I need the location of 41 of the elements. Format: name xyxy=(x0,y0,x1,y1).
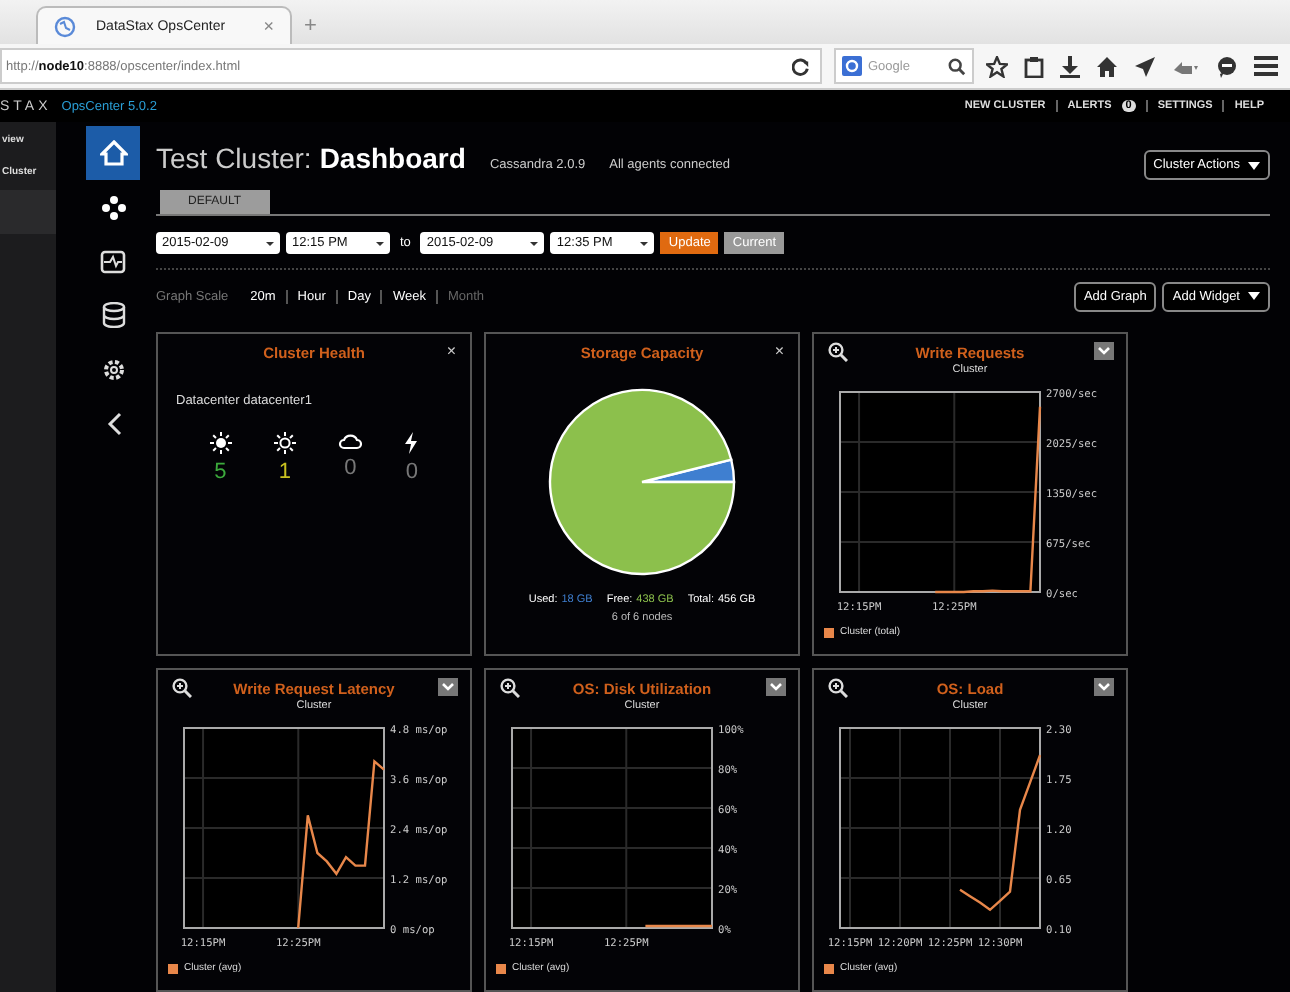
dropdown-button[interactable] xyxy=(1094,342,1114,360)
google-logo-icon xyxy=(842,56,862,76)
home-icon[interactable] xyxy=(1096,55,1118,77)
home-icon[interactable] xyxy=(99,140,127,166)
zoom-icon[interactable] xyxy=(828,342,848,362)
send-icon[interactable] xyxy=(1134,55,1156,77)
dropdown-button[interactable] xyxy=(1094,678,1114,696)
node-count: 1 xyxy=(278,460,291,484)
database-icon[interactable] xyxy=(101,302,125,328)
share-icon[interactable] xyxy=(1172,57,1200,75)
sun-outline-icon xyxy=(273,432,296,454)
nav-item-background xyxy=(0,190,56,234)
caret-icon xyxy=(1248,161,1260,169)
zoom-icon[interactable] xyxy=(828,678,848,698)
caret-icon xyxy=(1248,292,1260,300)
chat-icon[interactable] xyxy=(1216,55,1238,77)
zoom-icon[interactable] xyxy=(172,678,192,698)
search-icon xyxy=(948,57,966,75)
sun-icon xyxy=(209,432,232,454)
lightning-icon xyxy=(404,432,419,454)
data-line xyxy=(645,924,712,928)
close-button[interactable]: × xyxy=(774,342,784,360)
collapse-icon[interactable] xyxy=(105,411,121,435)
node-count: 5 xyxy=(214,460,227,484)
activity-icon[interactable] xyxy=(100,249,126,273)
dropdown-button[interactable] xyxy=(766,678,786,696)
nodes-icon[interactable] xyxy=(101,195,125,219)
reload-icon xyxy=(792,57,810,75)
page-title: Dashboard xyxy=(319,142,466,174)
node-count: 0 xyxy=(405,460,418,484)
cluster-name: Test Cluster: xyxy=(156,142,312,174)
zoom-icon[interactable] xyxy=(500,678,520,698)
dropdown-button[interactable] xyxy=(438,678,458,696)
menu-icon[interactable] xyxy=(1254,56,1278,76)
star-icon[interactable] xyxy=(986,55,1008,77)
clipboard-icon[interactable] xyxy=(1024,55,1044,77)
close-button[interactable]: × xyxy=(446,342,456,360)
cloud-icon xyxy=(338,432,363,450)
settings-icon[interactable] xyxy=(101,357,125,381)
node-count: 0 xyxy=(344,456,357,480)
download-icon[interactable] xyxy=(1060,55,1080,77)
